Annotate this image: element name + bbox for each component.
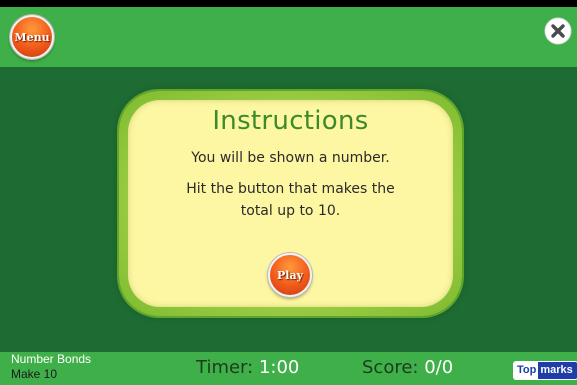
timer-display: Timer: 1:00 <box>196 357 299 379</box>
timer-value: 1:00 <box>258 357 300 378</box>
topmarks-logo[interactable]: Top marks <box>514 362 577 379</box>
top-bar <box>0 7 577 67</box>
score-display: Score: 0/0 <box>362 357 453 379</box>
logo-text-top: Top <box>514 362 539 379</box>
close-button[interactable] <box>544 17 572 45</box>
game-subtitle: Make 10 <box>11 367 58 381</box>
score-value: 0/0 <box>424 357 454 378</box>
close-icon <box>544 17 572 45</box>
score-label: Score: <box>362 357 419 378</box>
instructions-title: Instructions <box>212 106 369 136</box>
logo-text-marks: marks <box>538 362 577 379</box>
top-edge <box>0 0 577 7</box>
instruction-text-2: Hit the button that makes the total up t… <box>128 178 453 222</box>
play-button[interactable]: Play <box>268 253 312 297</box>
instruction-text-2-line-a: Hit the button that makes the <box>186 181 395 197</box>
play-button-label: Play <box>277 268 303 282</box>
menu-button-label: Menu <box>14 30 50 44</box>
instruction-text-2-line-b: total up to 10. <box>240 203 341 219</box>
timer-label: Timer: <box>196 357 254 378</box>
game-name: Number Bonds <box>11 352 92 366</box>
menu-button[interactable]: Menu <box>10 15 54 59</box>
instruction-text-1: You will be shown a number. <box>191 150 390 166</box>
